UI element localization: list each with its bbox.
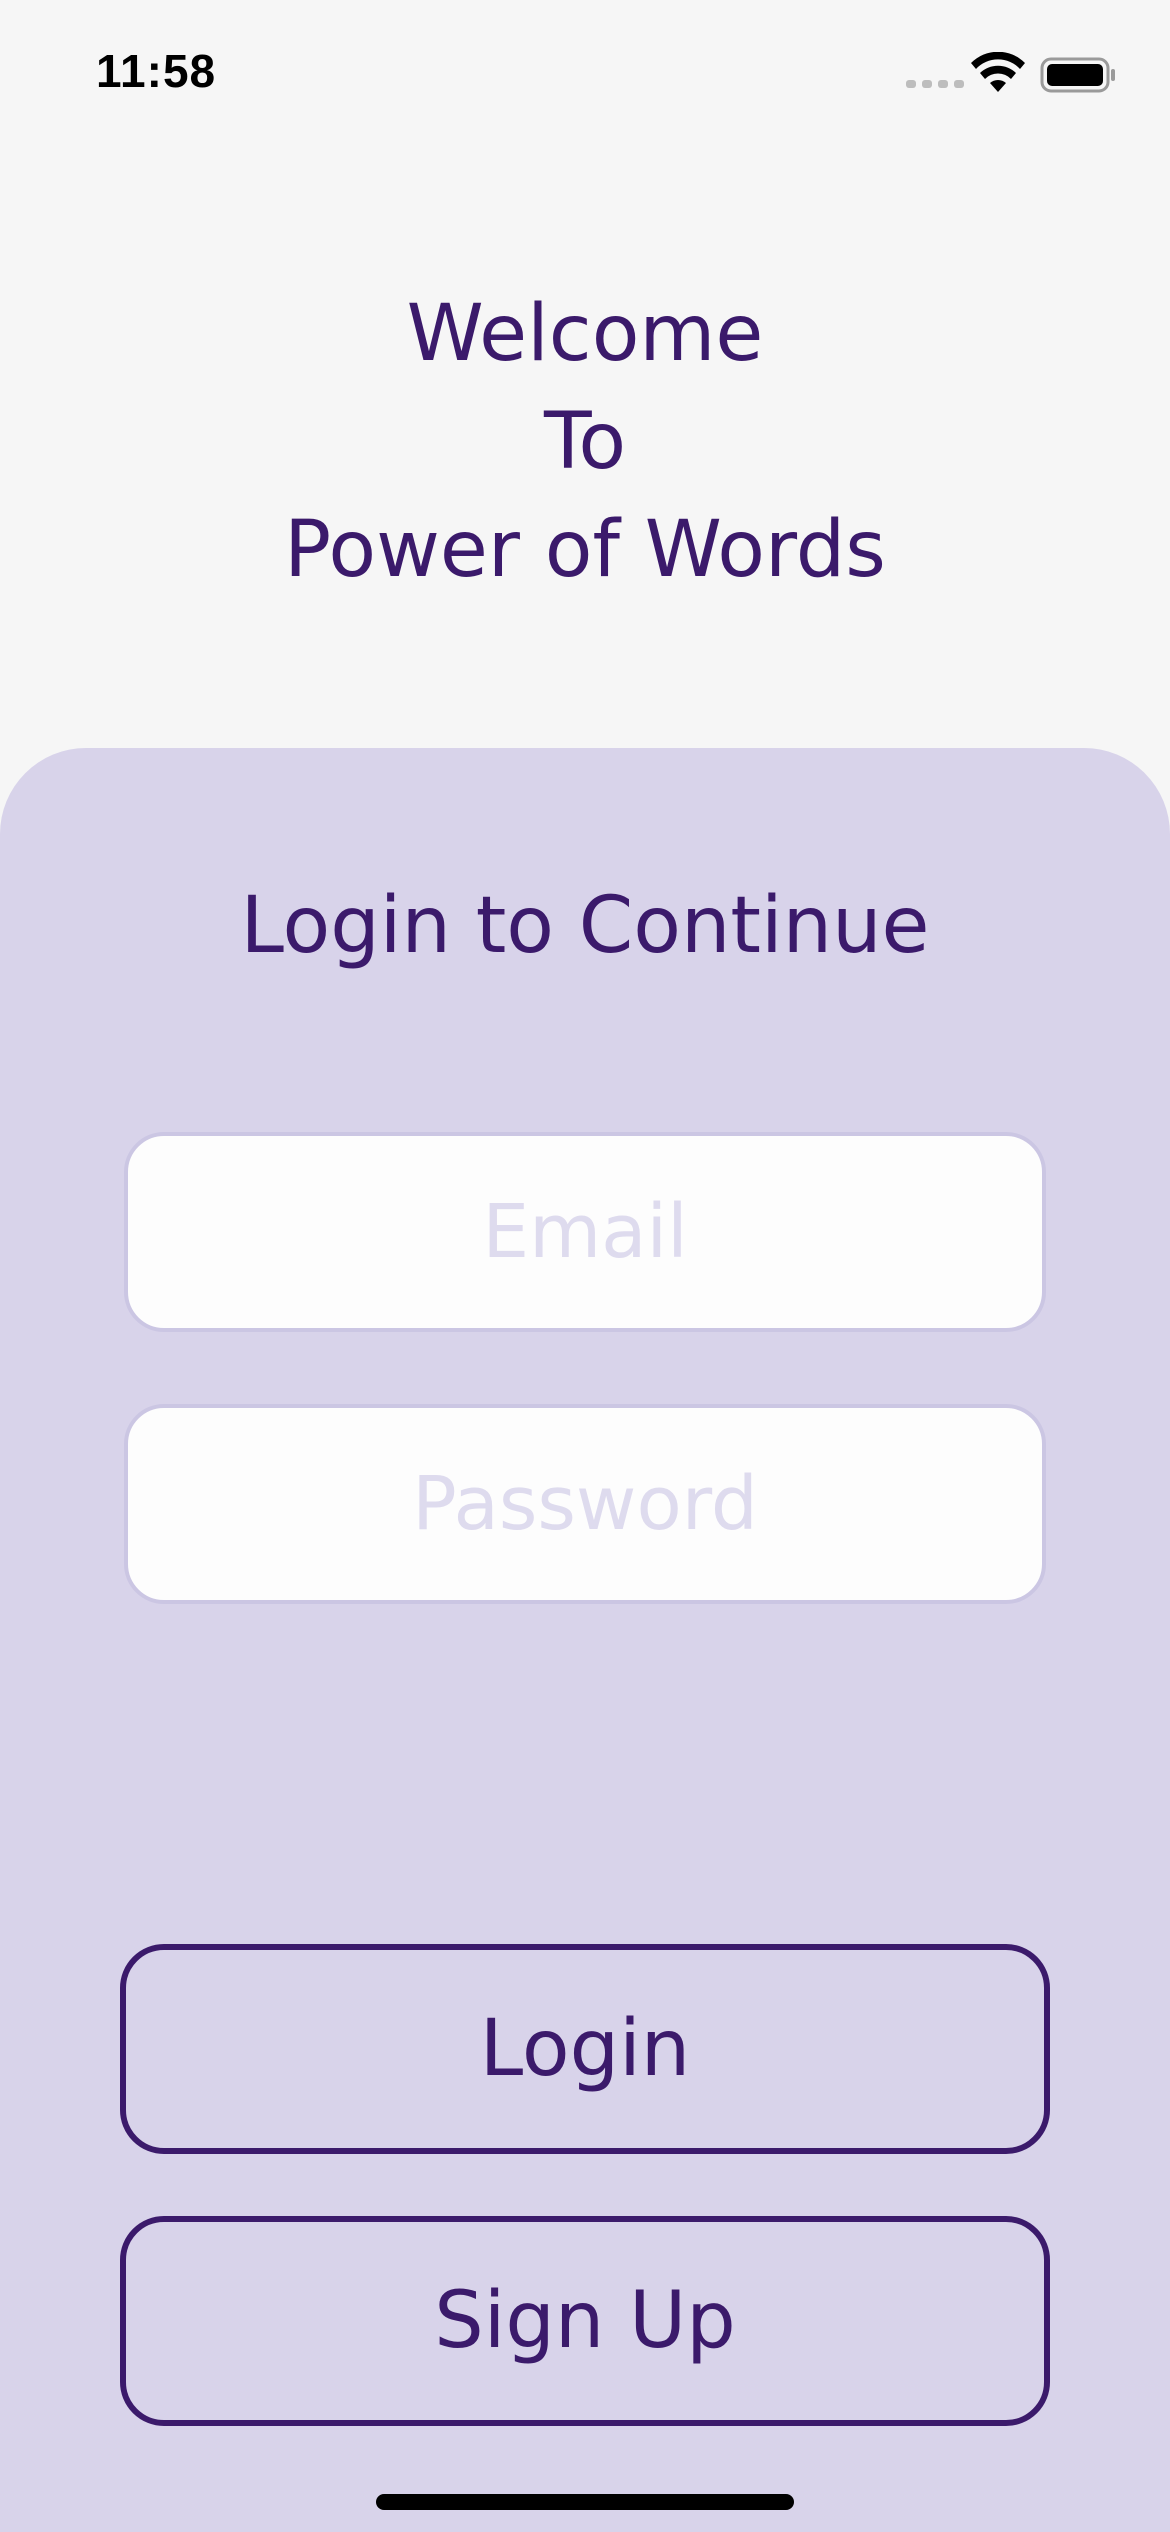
login-button[interactable]: Login xyxy=(120,1944,1050,2154)
password-field[interactable] xyxy=(124,1404,1046,1604)
login-screen: 11:58 Welcome To Power of Words Login to… xyxy=(0,0,1170,2532)
wifi-icon xyxy=(971,52,1025,92)
status-time: 11:58 xyxy=(96,45,217,97)
welcome-line-2: To xyxy=(543,397,627,487)
welcome-heading: Welcome To Power of Words xyxy=(0,280,1170,604)
battery-icon xyxy=(1040,57,1115,93)
sign-up-button[interactable]: Sign Up xyxy=(120,2216,1050,2426)
home-indicator[interactable] xyxy=(376,2494,794,2510)
welcome-line-1: Welcome xyxy=(406,289,764,379)
status-bar: 11:58 xyxy=(0,0,1170,150)
signal-icon xyxy=(906,80,964,88)
email-input[interactable] xyxy=(128,1188,1042,1276)
login-title: Login to Continue xyxy=(240,881,930,971)
password-input[interactable] xyxy=(128,1460,1042,1548)
login-panel: Login to Continue Login Sign Up xyxy=(0,748,1170,2532)
email-field[interactable] xyxy=(124,1132,1046,1332)
welcome-line-3: Power of Words xyxy=(284,505,886,595)
